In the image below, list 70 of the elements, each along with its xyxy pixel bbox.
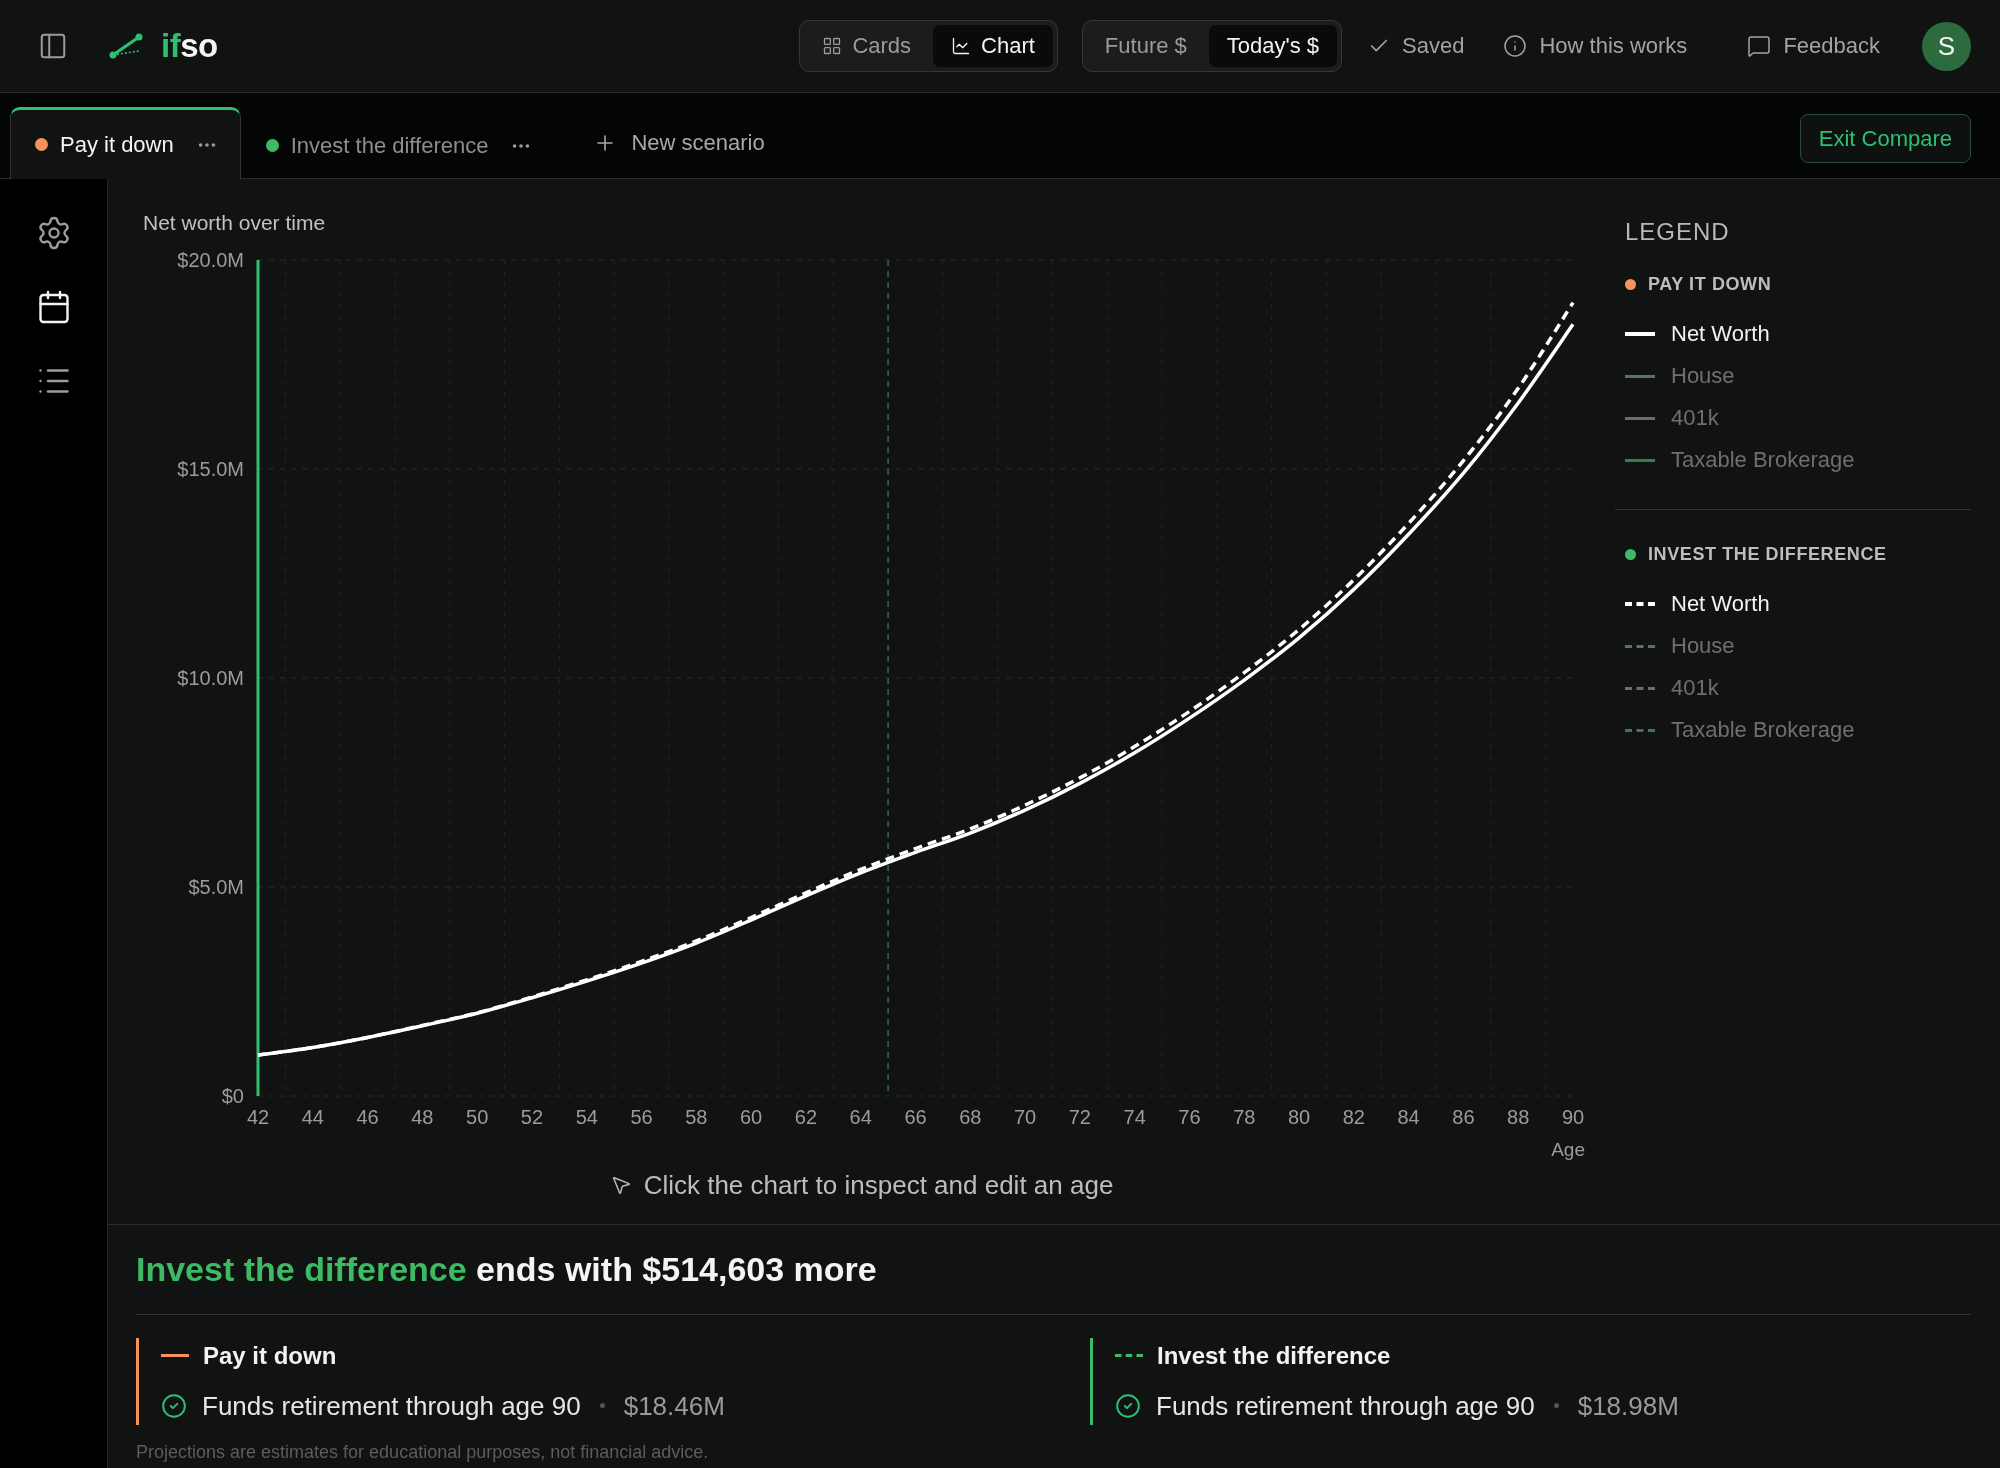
x-axis-label: 60 [740, 1106, 763, 1128]
chart-title: Net worth over time [142, 210, 327, 236]
x-axis-label: 48 [411, 1106, 434, 1128]
x-axis-label: 68 [959, 1106, 982, 1128]
x-axis-label: 52 [520, 1106, 544, 1128]
legend-title: LEGEND [1624, 217, 1731, 247]
dollar-mode-toggle[interactable]: Future $ [1086, 25, 1205, 67]
ending-value: $18.46M [623, 1389, 725, 1423]
legend-item[interactable]: 401k [1671, 405, 1719, 431]
x-axis-label: 62 [794, 1106, 818, 1128]
feedback-button[interactable]: Feedback [1745, 29, 1882, 63]
legend-group-title: PAY IT DOWN [1648, 273, 1772, 296]
x-axis-label: 80 [1287, 1106, 1311, 1128]
x-axis-label: 72 [1068, 1106, 1091, 1128]
x-axis-label: 58 [685, 1106, 708, 1128]
x-axis-label: 90 [1561, 1106, 1585, 1128]
x-axis-label: 88 [1507, 1106, 1530, 1128]
view-mode-toggle[interactable]: Cards [804, 25, 930, 67]
x-axis-label: 54 [575, 1106, 598, 1128]
legend-group-title: INVEST THE DIFFERENCE [1648, 543, 1887, 566]
legend-item[interactable]: Taxable Brokerage [1671, 447, 1855, 473]
disclaimer: Projections are estimates for educational purposes, not financial advice. [136, 1441, 710, 1463]
y-axis-label: $20.0M [177, 249, 244, 271]
x-axis-label: 42 [246, 1106, 270, 1128]
x-axis-label: 86 [1452, 1106, 1475, 1128]
x-axis-label: 82 [1342, 1106, 1365, 1128]
ending-value: $18.98M [1577, 1389, 1679, 1423]
x-axis-label: 78 [1233, 1106, 1256, 1128]
summary-headline: Invest the difference ends with $514,603 more [136, 1249, 878, 1290]
legend-item[interactable]: House [1671, 633, 1735, 659]
funding-status: Funds retirement through age 90 [1156, 1389, 1535, 1423]
exit-compare-button[interactable]: Exit Compare [1799, 114, 1971, 163]
line-chart-icon [951, 36, 972, 56]
x-axis-label: 84 [1397, 1106, 1420, 1128]
legend-item[interactable]: Net Worth [1671, 591, 1770, 617]
legend-item[interactable]: 401k [1671, 675, 1719, 701]
separator-dot-icon [1553, 1403, 1559, 1408]
legend-item[interactable]: Net Worth [1671, 321, 1770, 347]
scenario-name: Invest the difference [1157, 1340, 1391, 1371]
x-axis-label: 66 [904, 1106, 927, 1128]
save-status: Saved [1402, 33, 1465, 59]
x-axis-label: 56 [630, 1106, 653, 1128]
x-axis-label: 46 [356, 1106, 379, 1128]
new-scenario-button[interactable]: New scenario [577, 114, 781, 178]
logo-wordmark: ifso [161, 27, 218, 65]
x-axis-title: Age [1551, 1138, 1585, 1160]
separator-dot-icon [599, 1403, 605, 1408]
funding-status: Funds retirement through age 90 [202, 1389, 581, 1423]
x-axis-label: 70 [1013, 1106, 1037, 1128]
x-axis-label: 76 [1178, 1106, 1201, 1128]
scenario-tab[interactable]: Pay it down [10, 107, 241, 179]
x-axis-label: 44 [301, 1106, 324, 1128]
message-icon [1747, 34, 1772, 58]
x-axis-label: 50 [466, 1106, 489, 1128]
info-icon [1503, 34, 1528, 58]
y-axis-label: $0 [221, 1085, 244, 1107]
x-axis-label: 64 [849, 1106, 872, 1128]
x-axis-label: 74 [1123, 1106, 1146, 1128]
grid-icon [822, 36, 843, 56]
scenario-name: Pay it down [203, 1340, 337, 1371]
legend-item[interactable]: Taxable Brokerage [1671, 717, 1855, 743]
trend-line-logo-icon [109, 33, 143, 59]
legend-item[interactable]: House [1671, 363, 1735, 389]
dollar-mode-toggle[interactable]: Today's $ [1208, 25, 1338, 67]
scenario-tab[interactable]: Invest the difference [240, 115, 556, 179]
sidebar-toggle-icon[interactable] [38, 31, 68, 61]
chart-hint: Click the chart to inspect and edit an age [643, 1170, 1114, 1200]
user-avatar[interactable]: S [1922, 21, 1971, 71]
help-link[interactable]: How this works [1501, 29, 1690, 63]
view-mode-toggle[interactable]: Chart [933, 25, 1053, 67]
